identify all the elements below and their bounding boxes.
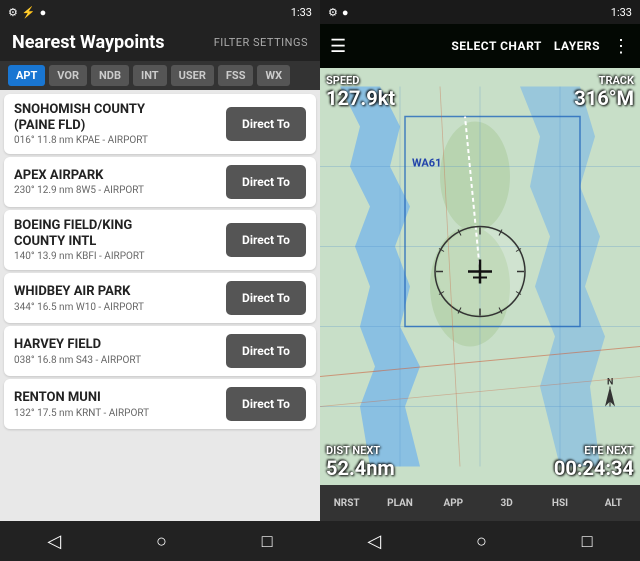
menu-icon[interactable]: ☰	[330, 36, 346, 57]
waypoint-details: 140° 13.9 nm KBFI - AIRPORT	[14, 251, 226, 262]
left-time: 1:33	[291, 6, 312, 19]
right-back-button[interactable]: ◁	[367, 531, 381, 552]
waypoint-name: HARVEY FIELD	[14, 337, 226, 353]
back-button[interactable]: ◁	[47, 531, 61, 552]
speed-overlay: SPEED 127.9kt	[326, 74, 395, 109]
right-home-button[interactable]: ○	[476, 531, 487, 552]
tab-alt[interactable]: ALT	[587, 494, 640, 513]
speed-value: 127.9kt	[326, 87, 395, 109]
tab-nrst[interactable]: NRST	[320, 494, 373, 513]
left-icon1: ⚙	[8, 6, 18, 19]
track-value: 316°M	[574, 87, 634, 109]
waypoint-name: RENTON MUNI	[14, 390, 226, 406]
ete-overlay: ETE NEXT 00:24:34	[554, 444, 634, 479]
svg-text:WA61: WA61	[412, 157, 441, 170]
waypoint-info: WHIDBEY AIR PARK 344° 16.5 nm W10 - AIRP…	[14, 284, 226, 313]
list-item: WHIDBEY AIR PARK 344° 16.5 nm W10 - AIRP…	[4, 273, 316, 323]
page-title: Nearest Waypoints	[12, 32, 165, 53]
waypoint-details: 038° 16.8 nm S43 - AIRPORT	[14, 355, 226, 366]
waypoint-details: 344° 16.5 nm W10 - AIRPORT	[14, 302, 226, 313]
waypoint-name: WHIDBEY AIR PARK	[14, 284, 226, 300]
list-item: APEX AIRPARK 230° 12.9 nm 8W5 - AIRPORT …	[4, 157, 316, 207]
right-icon2: ●	[342, 6, 349, 19]
left-bottom-nav: ◁ ○ □	[0, 521, 320, 561]
tab-vor[interactable]: VOR	[49, 65, 87, 86]
waypoint-info: HARVEY FIELD 038° 16.8 nm S43 - AIRPORT	[14, 337, 226, 366]
home-button[interactable]: ○	[156, 531, 167, 552]
waypoint-name: APEX AIRPARK	[14, 168, 226, 184]
tab-wx[interactable]: WX	[257, 65, 290, 86]
dist-overlay: DIST NEXT 52.4nm	[326, 444, 395, 479]
right-recent-button[interactable]: □	[582, 531, 593, 552]
right-icon1: ⚙	[328, 6, 338, 19]
tab-user[interactable]: USER	[171, 65, 214, 86]
waypoint-details: 016° 11.8 nm KPAE - AIRPORT	[14, 135, 226, 146]
waypoint-info: BOEING FIELD/KINGCOUNTY INTL 140° 13.9 n…	[14, 218, 226, 262]
right-status-icons: ⚙ ●	[328, 6, 349, 19]
waypoint-info: APEX AIRPARK 230° 12.9 nm 8W5 - AIRPORT	[14, 168, 226, 197]
map-header-right: SELECT CHART LAYERS ⋮	[451, 36, 630, 57]
direct-to-button-5[interactable]: Direct To	[226, 387, 306, 421]
map-background: WA61	[320, 68, 640, 485]
waypoint-details: 132° 17.5 nm KRNT - AIRPORT	[14, 408, 226, 419]
waypoint-info: SNOHOMISH COUNTY(PAINE FLD) 016° 11.8 nm…	[14, 102, 226, 146]
tab-app[interactable]: APP	[427, 494, 480, 513]
more-options-icon[interactable]: ⋮	[612, 36, 630, 57]
waypoint-details: 230° 12.9 nm 8W5 - AIRPORT	[14, 185, 226, 196]
track-overlay: TRACK 316°M	[574, 74, 634, 109]
map-svg: WA61	[320, 68, 640, 485]
left-header: Nearest Waypoints FILTER SETTINGS	[0, 24, 320, 61]
dist-value: 52.4nm	[326, 457, 395, 479]
waypoint-tabs: APT VOR NDB INT USER FSS WX	[0, 61, 320, 90]
left-status-icons: ⚙ ⚡ ●	[8, 6, 46, 19]
map-tabs: NRST PLAN APP 3D HSI ALT	[320, 485, 640, 521]
right-bottom-nav: ◁ ○ □	[320, 521, 640, 561]
filter-settings-button[interactable]: FILTER SETTINGS	[214, 36, 308, 49]
waypoint-name: BOEING FIELD/KINGCOUNTY INTL	[14, 218, 226, 249]
list-item: BOEING FIELD/KINGCOUNTY INTL 140° 13.9 n…	[4, 210, 316, 270]
tab-int[interactable]: INT	[133, 65, 167, 86]
left-status-bar: ⚙ ⚡ ● 1:33	[0, 0, 320, 24]
direct-to-button-1[interactable]: Direct To	[226, 165, 306, 199]
tab-ndb[interactable]: NDB	[91, 65, 129, 86]
tab-hsi[interactable]: HSI	[533, 494, 586, 513]
right-time: 1:33	[611, 6, 632, 19]
recent-button[interactable]: □	[262, 531, 273, 552]
right-panel: ⚙ ● 1:33 ☰ SELECT CHART LAYERS ⋮	[320, 0, 640, 561]
direct-to-button-2[interactable]: Direct To	[226, 223, 306, 257]
layers-button[interactable]: LAYERS	[554, 39, 600, 53]
map-header: ☰ SELECT CHART LAYERS ⋮	[320, 24, 640, 68]
map-area: WA61	[320, 68, 640, 485]
list-item: HARVEY FIELD 038° 16.8 nm S43 - AIRPORT …	[4, 326, 316, 376]
left-panel: ⚙ ⚡ ● 1:33 Nearest Waypoints FILTER SETT…	[0, 0, 320, 561]
tab-3d[interactable]: 3D	[480, 494, 533, 513]
ete-value: 00:24:34	[554, 457, 634, 479]
waypoints-list: SNOHOMISH COUNTY(PAINE FLD) 016° 11.8 nm…	[0, 90, 320, 521]
list-item: RENTON MUNI 132° 17.5 nm KRNT - AIRPORT …	[4, 379, 316, 429]
tab-plan[interactable]: PLAN	[373, 494, 426, 513]
tab-apt[interactable]: APT	[8, 65, 45, 86]
waypoint-info: RENTON MUNI 132° 17.5 nm KRNT - AIRPORT	[14, 390, 226, 419]
direct-to-button-3[interactable]: Direct To	[226, 281, 306, 315]
left-icon2: ⚡	[22, 6, 36, 19]
select-chart-button[interactable]: SELECT CHART	[451, 39, 541, 53]
right-status-bar: ⚙ ● 1:33	[320, 0, 640, 24]
tab-fss[interactable]: FSS	[218, 65, 254, 86]
direct-to-button-0[interactable]: Direct To	[226, 107, 306, 141]
direct-to-button-4[interactable]: Direct To	[226, 334, 306, 368]
left-icon3: ●	[40, 6, 47, 19]
waypoint-name: SNOHOMISH COUNTY(PAINE FLD)	[14, 102, 226, 133]
list-item: SNOHOMISH COUNTY(PAINE FLD) 016° 11.8 nm…	[4, 94, 316, 154]
